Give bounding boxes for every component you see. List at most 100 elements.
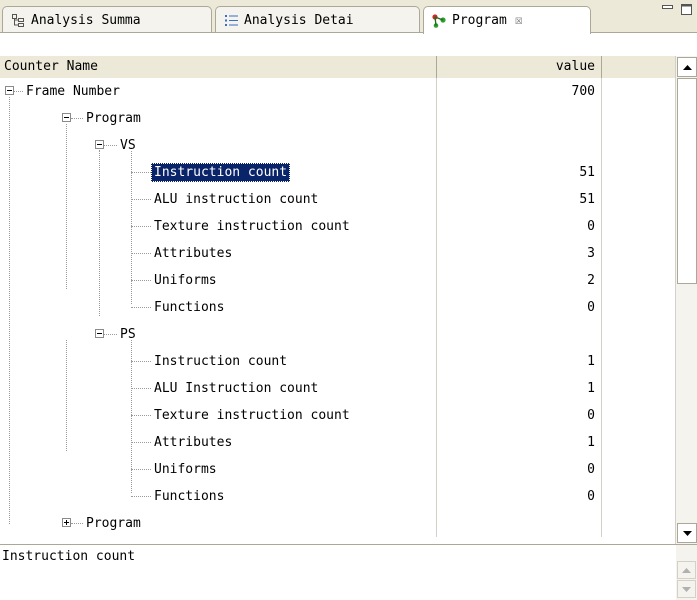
- counter-name-cell[interactable]: Uniforms: [0, 267, 437, 294]
- collapse-icon[interactable]: [95, 140, 104, 149]
- counter-value-cell: 0: [437, 483, 602, 510]
- counter-name-label[interactable]: Attributes: [151, 244, 235, 263]
- collapse-icon[interactable]: [62, 113, 71, 122]
- tree-row-counter[interactable]: Texture instruction count 0: [0, 402, 675, 429]
- counter-name-cell[interactable]: Instruction count: [0, 159, 437, 186]
- counter-name-cell[interactable]: Texture instruction count: [0, 213, 437, 240]
- counter-value-cell: 51: [437, 159, 602, 186]
- counter-value-cell: 1: [437, 429, 602, 456]
- tree-connector: [131, 388, 151, 389]
- collapse-icon[interactable]: [95, 329, 104, 338]
- tree-connector: [71, 523, 83, 524]
- tree-row-counter[interactable]: Attributes 3: [0, 240, 675, 267]
- close-icon[interactable]: ☒: [515, 13, 523, 28]
- tree-row-vs[interactable]: VS: [0, 132, 675, 159]
- filler-cell: [602, 78, 675, 105]
- counter-name-label[interactable]: Texture instruction count: [151, 406, 353, 425]
- counter-name-cell[interactable]: Instruction count: [0, 348, 437, 375]
- detail-scroll-up-button[interactable]: [677, 561, 696, 579]
- counter-name-label[interactable]: Program: [83, 109, 144, 128]
- column-header-filler: [602, 56, 675, 78]
- counter-name-cell[interactable]: Texture instruction count: [0, 402, 437, 429]
- counter-value-cell: [437, 105, 602, 132]
- filler-cell: [602, 375, 675, 402]
- counter-name-label[interactable]: Texture instruction count: [151, 217, 353, 236]
- tree-row-ps[interactable]: PS: [0, 321, 675, 348]
- counter-name-label[interactable]: Uniforms: [151, 460, 220, 479]
- chevron-up-icon: [682, 64, 692, 70]
- counter-name-cell[interactable]: Attributes: [0, 429, 437, 456]
- tree-row-frame-number[interactable]: Frame Number 700: [0, 78, 675, 105]
- tree-connector: [131, 226, 151, 227]
- tree-row-counter[interactable]: ALU Instruction count 1: [0, 375, 675, 402]
- tree-connector: [131, 361, 151, 362]
- tree-row-counter[interactable]: Functions 0: [0, 294, 675, 321]
- counter-name-label[interactable]: Uniforms: [151, 271, 220, 290]
- collapse-icon[interactable]: [5, 86, 14, 95]
- tree-connector: [131, 415, 151, 416]
- filler-cell: [602, 429, 675, 456]
- filler-cell: [602, 240, 675, 267]
- counter-name-label[interactable]: VS: [117, 136, 139, 155]
- counter-name-label[interactable]: ALU Instruction count: [151, 379, 321, 398]
- scroll-down-button[interactable]: [677, 523, 697, 543]
- tab-label: Analysis Detai: [244, 12, 354, 28]
- tab-program[interactable]: Program ☒: [423, 6, 591, 34]
- counter-name-cell[interactable]: Program: [0, 510, 437, 537]
- filler-cell: [602, 294, 675, 321]
- tree-row-counter[interactable]: ALU instruction count 51: [0, 186, 675, 213]
- counter-name-cell[interactable]: Uniforms: [0, 456, 437, 483]
- detail-scroll-down-button[interactable]: [677, 580, 696, 598]
- counter-name-label[interactable]: Instruction count: [151, 352, 290, 371]
- counter-name-label[interactable]: Attributes: [151, 433, 235, 452]
- counter-name-label[interactable]: ALU instruction count: [151, 190, 321, 209]
- view-controls: [661, 4, 693, 16]
- counter-name-cell[interactable]: Functions: [0, 483, 437, 510]
- tree-row-program-collapsed[interactable]: Program: [0, 510, 675, 537]
- tree-row-counter[interactable]: Functions 0: [0, 483, 675, 510]
- maximize-icon[interactable]: [680, 4, 693, 16]
- detail-scrollbar[interactable]: [676, 545, 697, 600]
- column-header-counter-name[interactable]: Counter Name: [0, 56, 437, 78]
- counter-name-label[interactable]: Program: [83, 514, 144, 533]
- counter-name-cell[interactable]: VS: [0, 132, 437, 159]
- counter-value-cell: 3: [437, 240, 602, 267]
- filler-cell: [602, 456, 675, 483]
- counter-name-label[interactable]: PS: [117, 325, 139, 344]
- tab-analysis-detail[interactable]: Analysis Detai: [215, 6, 420, 33]
- counter-name-label[interactable]: Functions: [151, 298, 227, 317]
- counter-name-label[interactable]: Instruction count: [151, 163, 291, 182]
- minimize-icon[interactable]: [661, 4, 674, 16]
- detail-text: Instruction count: [2, 549, 136, 564]
- scroll-thumb[interactable]: [677, 78, 697, 284]
- counter-name-cell[interactable]: ALU instruction count: [0, 186, 437, 213]
- counter-name-cell[interactable]: Program: [0, 105, 437, 132]
- tree-connector: [131, 253, 151, 254]
- counter-value-cell: 700: [437, 78, 602, 105]
- filler-cell: [602, 186, 675, 213]
- counter-name-cell[interactable]: Functions: [0, 294, 437, 321]
- tree-connector: [131, 199, 151, 200]
- tree-row-counter[interactable]: Uniforms 2: [0, 267, 675, 294]
- counter-name-label[interactable]: Frame Number: [23, 82, 123, 101]
- tree-row-counter[interactable]: Texture instruction count 0: [0, 213, 675, 240]
- tree-row-counter[interactable]: Uniforms 0: [0, 456, 675, 483]
- scroll-up-button[interactable]: [677, 57, 697, 77]
- counter-name-cell[interactable]: Attributes: [0, 240, 437, 267]
- column-header-value[interactable]: value: [437, 56, 602, 78]
- counter-value-cell: 0: [437, 402, 602, 429]
- counter-name-label[interactable]: Functions: [151, 487, 227, 506]
- counter-name-cell[interactable]: PS: [0, 321, 437, 348]
- tree-row-counter[interactable]: Instruction count 1: [0, 348, 675, 375]
- counter-name-cell[interactable]: ALU Instruction count: [0, 375, 437, 402]
- counter-tree[interactable]: Frame Number 700 Program VS Instruction coun…: [0, 78, 675, 544]
- tree-row-program[interactable]: Program: [0, 105, 675, 132]
- tree-row-counter[interactable]: Instruction count 51: [0, 159, 675, 186]
- counter-value-cell: [437, 132, 602, 159]
- tab-analysis-summary[interactable]: Analysis Summa: [2, 6, 212, 33]
- counter-name-cell[interactable]: Frame Number: [0, 78, 437, 105]
- tree-row-counter[interactable]: Attributes 1: [0, 429, 675, 456]
- expand-icon[interactable]: [62, 518, 71, 527]
- filler-cell: [602, 132, 675, 159]
- vertical-scrollbar[interactable]: [675, 56, 697, 544]
